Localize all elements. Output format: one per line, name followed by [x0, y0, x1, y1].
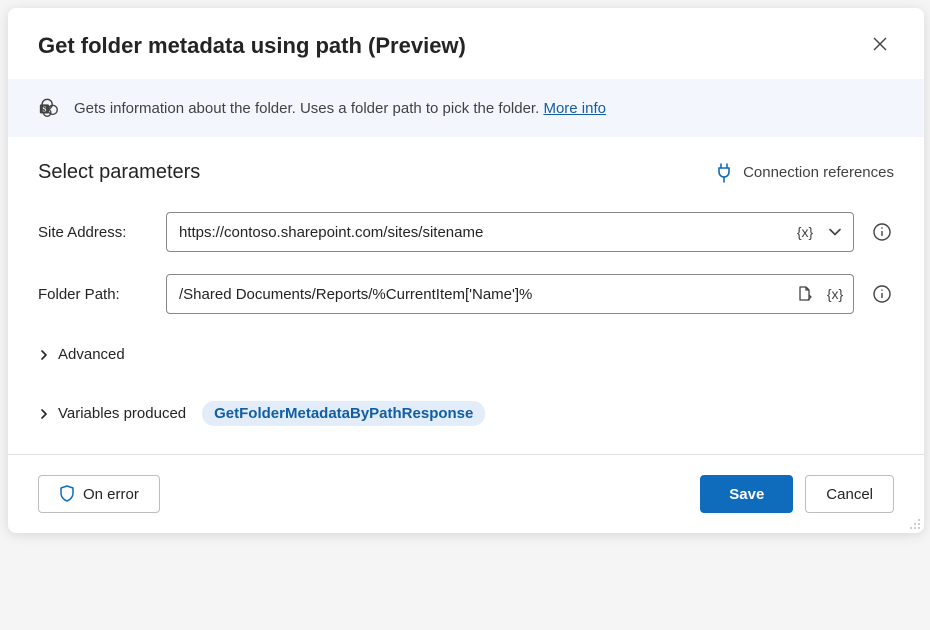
variable-picker-icon[interactable]: {x} [793, 220, 817, 244]
folder-path-value: /Shared Documents/Reports/%CurrentItem['… [179, 286, 787, 303]
shield-icon [59, 485, 75, 503]
plug-icon [715, 163, 733, 183]
section-title: Select parameters [38, 161, 200, 184]
site-address-input[interactable]: https://contoso.sharepoint.com/sites/sit… [166, 212, 854, 252]
advanced-toggle[interactable]: Advanced [38, 336, 894, 373]
site-address-label: Site Address: [38, 224, 150, 241]
dialog-title: Get folder metadata using path (Preview) [38, 33, 466, 59]
folder-path-help[interactable] [870, 282, 894, 306]
resize-grip[interactable] [907, 516, 921, 530]
dialog: Get folder metadata using path (Preview)… [8, 8, 924, 533]
on-error-label: On error [83, 486, 139, 503]
svg-text:S: S [42, 105, 46, 114]
close-icon [872, 36, 888, 52]
folder-path-input[interactable]: /Shared Documents/Reports/%CurrentItem['… [166, 274, 854, 314]
chevron-right-icon [38, 349, 50, 361]
section-header-row: Select parameters Connection references [38, 161, 894, 184]
advanced-label: Advanced [58, 346, 125, 363]
info-banner: S Gets information about the folder. Use… [8, 79, 924, 137]
on-error-button[interactable]: On error [38, 475, 160, 513]
connection-references-label: Connection references [743, 164, 894, 181]
more-info-link[interactable]: More info [543, 100, 606, 117]
info-icon [873, 223, 891, 241]
file-picker-icon [796, 285, 814, 303]
cancel-button[interactable]: Cancel [805, 475, 894, 513]
variables-produced-toggle[interactable]: Variables produced GetFolderMetadataByPa… [38, 391, 894, 436]
variables-produced-label: Variables produced [58, 405, 186, 422]
folder-path-label: Folder Path: [38, 286, 150, 303]
footer-actions: Save Cancel [700, 475, 894, 513]
info-text-content: Gets information about the folder. Uses … [74, 100, 543, 117]
dialog-header: Get folder metadata using path (Preview) [8, 8, 924, 79]
info-icon [873, 285, 891, 303]
save-button[interactable]: Save [700, 475, 793, 513]
sharepoint-icon: S [38, 97, 60, 119]
dialog-body: Select parameters Connection references … [8, 137, 924, 454]
chevron-right-icon [38, 408, 50, 420]
file-picker-button[interactable] [793, 282, 817, 306]
info-text: Gets information about the folder. Uses … [74, 100, 606, 117]
chevron-down-icon [828, 225, 842, 239]
dropdown-button[interactable] [823, 220, 847, 244]
variable-chip[interactable]: GetFolderMetadataByPathResponse [202, 401, 485, 426]
site-address-help[interactable] [870, 220, 894, 244]
site-address-value: https://contoso.sharepoint.com/sites/sit… [179, 224, 787, 241]
site-address-row: Site Address: https://contoso.sharepoint… [38, 212, 894, 252]
folder-path-row: Folder Path: /Shared Documents/Reports/%… [38, 274, 894, 314]
close-button[interactable] [866, 30, 894, 61]
variable-picker-icon[interactable]: {x} [823, 282, 847, 306]
connection-references[interactable]: Connection references [715, 163, 894, 183]
dialog-footer: On error Save Cancel [8, 454, 924, 533]
